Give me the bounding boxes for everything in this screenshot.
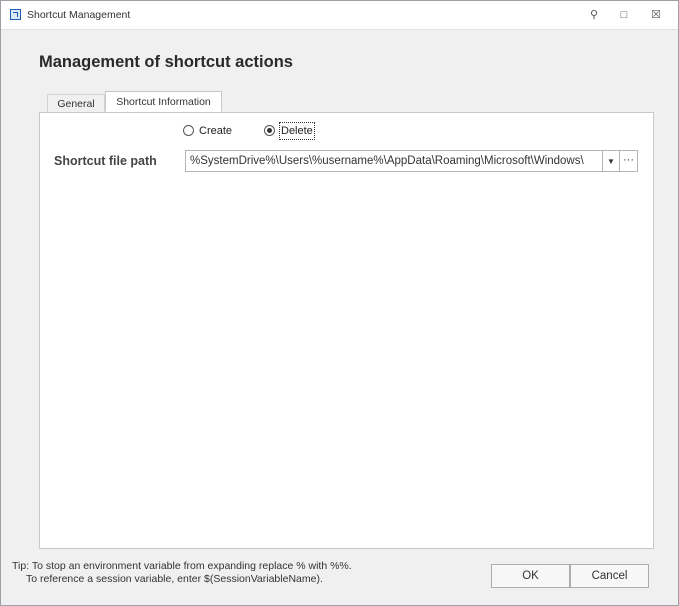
shortcut-file-path-label: Shortcut file path (54, 154, 157, 168)
ok-button[interactable]: OK (491, 564, 570, 588)
shortcut-file-path-input[interactable]: %SystemDrive%\Users\%username%\AppData\R… (185, 150, 603, 172)
pin-icon[interactable]: ⚲ (584, 6, 604, 24)
delete-radio-label[interactable]: Delete (279, 122, 315, 140)
window-title: Shortcut Management (27, 9, 131, 21)
app-icon (10, 9, 21, 20)
create-radio-label[interactable]: Create (199, 123, 232, 139)
page-title: Management of shortcut actions (39, 53, 293, 71)
tip-line-2: To reference a session variable, enter $… (26, 573, 323, 585)
create-radio-indicator[interactable] (183, 125, 194, 136)
chevron-down-icon[interactable]: ▼ (603, 150, 620, 172)
tip-line-1: Tip: To stop an environment variable fro… (12, 560, 352, 572)
tip-text: Tip: To stop an environment variable fro… (12, 560, 352, 586)
browse-button[interactable]: ··· (620, 150, 638, 172)
tab-general[interactable]: General (47, 94, 105, 113)
shortcut-management-dialog: Shortcut Management ⚲ □ ☒ Management of … (0, 0, 679, 606)
title-bar: Shortcut Management ⚲ □ ☒ (1, 1, 678, 30)
maximize-icon[interactable]: □ (614, 6, 634, 24)
cancel-button[interactable]: Cancel (570, 564, 649, 588)
tab-shortcut-information[interactable]: Shortcut Information (105, 91, 222, 112)
shortcut-information-panel: Create Delete Shortcut file path %System… (39, 112, 654, 549)
delete-radio-indicator[interactable] (264, 125, 275, 136)
close-icon[interactable]: ☒ (646, 6, 666, 24)
